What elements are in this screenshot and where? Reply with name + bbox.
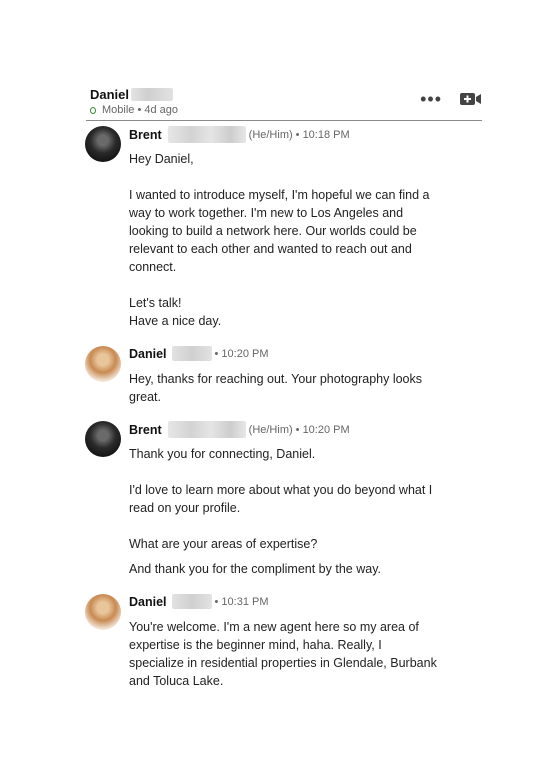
message-body: Hey Daniel, I wanted to introduce myself… <box>129 150 439 330</box>
presence-status: Mobile • 4d ago <box>90 104 178 116</box>
avatar[interactable] <box>85 594 121 630</box>
message-meta: Brent (He/Him) • 10:18 PM <box>129 126 350 143</box>
avatar[interactable] <box>85 421 121 457</box>
message-meta: Brent (He/Him) • 10:20 PM <box>129 421 350 438</box>
redacted-surname <box>167 421 246 438</box>
redacted-surname <box>131 88 174 101</box>
timestamp: • 10:31 PM <box>214 595 269 608</box>
redacted-surname <box>167 126 246 143</box>
header-actions: ••• <box>420 90 482 108</box>
pronouns: (He/Him) <box>248 128 293 141</box>
message-body: Thank you for connecting, Daniel. I'd lo… <box>129 445 439 578</box>
message-line: Hey, thanks for reaching out. Your photo… <box>129 372 423 404</box>
online-status-icon <box>90 106 96 114</box>
timestamp: • 10:20 PM <box>214 347 269 360</box>
video-call-icon[interactable] <box>460 92 482 106</box>
message-line: Let's talk! <box>129 296 182 310</box>
message-body: You're welcome. I'm a new agent here so … <box>129 618 439 690</box>
timestamp: • 10:20 PM <box>295 423 350 436</box>
message-line: I'd love to learn more about what you do… <box>129 483 433 515</box>
message-body: Hey, thanks for reaching out. Your photo… <box>129 370 439 406</box>
status-text: Mobile • 4d ago <box>102 104 179 116</box>
message-line: Thank you for connecting, Daniel. <box>129 447 316 461</box>
more-options-icon[interactable]: ••• <box>420 90 442 108</box>
message-meta: Daniel • 10:31 PM <box>129 594 269 609</box>
sender-name[interactable]: Brent <box>129 423 162 437</box>
sender-name[interactable]: Daniel <box>129 347 167 361</box>
message-line: Hey Daniel, <box>129 152 194 166</box>
sender-name[interactable]: Brent <box>129 128 162 142</box>
message-line: And thank you for the compliment by the … <box>129 562 381 576</box>
timestamp: • 10:18 PM <box>295 128 350 141</box>
pronouns: (He/Him) <box>248 423 293 436</box>
message-meta: Daniel • 10:20 PM <box>129 346 269 361</box>
conversation-header: Daniel Mobile • 4d ago ••• <box>88 86 484 120</box>
avatar[interactable] <box>85 346 121 382</box>
message-line: Have a nice day. <box>129 314 222 328</box>
avatar[interactable] <box>85 126 121 162</box>
sender-name[interactable]: Daniel <box>129 595 167 609</box>
contact-name[interactable]: Daniel <box>90 87 129 102</box>
redacted-surname <box>171 594 212 609</box>
redacted-surname <box>171 346 212 361</box>
message-line: I wanted to introduce myself, I'm hopefu… <box>129 188 430 274</box>
header-divider <box>86 120 482 121</box>
message-line: You're welcome. I'm a new agent here so … <box>129 620 437 688</box>
contact-name-row[interactable]: Daniel <box>90 87 174 102</box>
message-line: What are your areas of expertise? <box>129 537 318 551</box>
